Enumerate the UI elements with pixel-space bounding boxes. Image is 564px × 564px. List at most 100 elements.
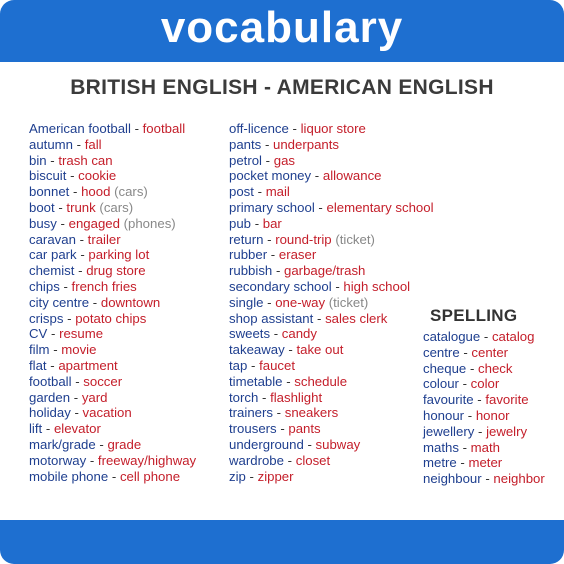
- british-term: city centre: [29, 294, 90, 310]
- vocab-row: jewellery - jewelry: [423, 424, 545, 440]
- vocab-row: timetable - schedule: [229, 374, 434, 390]
- british-term: catalogue: [423, 329, 481, 344]
- vocab-row: chemist - drug store: [29, 263, 196, 279]
- vocab-column-2: off-licence - liquor store pants - underp…: [229, 121, 434, 484]
- term-separator: -: [80, 247, 85, 263]
- british-term: post: [229, 184, 254, 200]
- term-separator: -: [265, 152, 271, 168]
- american-term: bar: [262, 215, 282, 231]
- british-term: busy: [29, 215, 57, 231]
- term-separator: -: [477, 392, 482, 408]
- british-term: off-licence: [229, 121, 289, 136]
- vocab-row: crisps - potato chips: [29, 311, 196, 327]
- term-separator: -: [50, 357, 55, 373]
- american-term: eraser: [278, 247, 317, 263]
- american-term: meter: [468, 455, 503, 471]
- term-separator: -: [292, 121, 297, 136]
- british-term: takeaway: [229, 342, 285, 358]
- british-term: secondary school: [229, 278, 332, 294]
- vocab-row: garden - yard: [29, 390, 196, 406]
- term-separator: -: [273, 326, 279, 342]
- british-term: American football: [29, 121, 131, 136]
- vocab-row: lift - elevator: [29, 421, 196, 437]
- term-separator: -: [75, 373, 80, 389]
- american-term: underpants: [273, 136, 340, 152]
- british-term: tap: [229, 357, 248, 373]
- british-term: petrol: [229, 152, 262, 168]
- american-term: cell phone: [119, 468, 181, 484]
- british-term: trousers: [229, 421, 277, 437]
- american-term: neighbor: [493, 471, 545, 487]
- british-term: single: [229, 294, 264, 310]
- american-term: fall: [84, 136, 102, 152]
- british-term: CV: [29, 326, 48, 342]
- vocab-row: flat - apartment: [29, 358, 196, 374]
- usage-note: (cars): [99, 199, 134, 215]
- british-term: jewellery: [423, 423, 475, 439]
- vocab-row: biscuit - cookie: [29, 168, 196, 184]
- term-separator: -: [462, 439, 467, 455]
- american-term: allowance: [322, 168, 382, 184]
- british-term: boot: [29, 199, 55, 215]
- british-term: football: [29, 373, 72, 389]
- vocab-row: motorway - freeway/highway: [29, 453, 196, 469]
- british-term: chemist: [29, 263, 75, 279]
- american-term: downtown: [100, 294, 161, 310]
- vocab-row: zip - zipper: [229, 469, 434, 485]
- american-term: football: [142, 121, 186, 136]
- term-separator: -: [280, 421, 285, 437]
- american-term: apartment: [58, 357, 118, 373]
- vocab-row: bin - trash can: [29, 153, 196, 169]
- usage-note: (cars): [114, 184, 148, 200]
- term-separator: -: [286, 373, 291, 389]
- american-term: french fries: [71, 278, 137, 294]
- american-term: engaged: [68, 215, 120, 231]
- american-term: center: [471, 344, 509, 360]
- vocabulary-card: vocabulary BRITISH ENGLISH - AMERICAN EN…: [0, 0, 564, 564]
- term-separator: -: [485, 471, 490, 487]
- british-term: return: [229, 231, 264, 247]
- term-separator: -: [462, 376, 467, 392]
- american-term: parking lot: [88, 247, 150, 263]
- british-term: primary school: [229, 199, 315, 215]
- vocab-row: maths - math: [423, 440, 545, 456]
- american-term: flashlight: [270, 389, 323, 405]
- american-term: honor: [475, 407, 510, 423]
- vocab-row: single - one-way (ticket): [229, 295, 434, 311]
- american-term: soccer: [83, 373, 123, 389]
- british-term: trainers: [229, 405, 273, 421]
- vocab-row: favourite - favorite: [423, 392, 545, 408]
- term-separator: -: [60, 215, 65, 231]
- american-term: cookie: [78, 168, 117, 184]
- term-separator: -: [53, 342, 58, 358]
- term-separator: -: [257, 184, 263, 200]
- term-separator: -: [249, 468, 254, 484]
- british-term: mobile phone: [29, 468, 109, 484]
- term-separator: -: [78, 263, 83, 279]
- term-separator: -: [483, 329, 489, 344]
- vocab-row: holiday - vacation: [29, 405, 196, 421]
- british-term: film: [29, 342, 50, 358]
- british-term: crisps: [29, 310, 64, 326]
- american-term: sneakers: [284, 405, 339, 421]
- british-term: timetable: [229, 373, 283, 389]
- vocab-row: car park - parking lot: [29, 247, 196, 263]
- term-separator: -: [267, 294, 272, 310]
- american-term: grade: [107, 436, 142, 452]
- term-separator: -: [111, 468, 117, 484]
- british-term: flat: [29, 357, 47, 373]
- american-term: subway: [315, 436, 361, 452]
- british-term: pants: [229, 136, 262, 152]
- british-term: mark/grade: [29, 436, 96, 452]
- british-term: rubbish: [229, 263, 273, 279]
- usage-note: (ticket): [328, 294, 369, 310]
- vocab-row: mark/grade - grade: [29, 437, 196, 453]
- usage-note: (ticket): [335, 231, 375, 247]
- american-term: faucet: [259, 357, 296, 373]
- term-separator: -: [270, 247, 276, 263]
- american-term: high school: [343, 278, 411, 294]
- term-separator: -: [262, 389, 267, 405]
- american-term: one-way: [275, 294, 326, 310]
- vocab-row: primary school - elementary school: [229, 200, 434, 216]
- vocab-row: torch - flashlight: [229, 390, 434, 406]
